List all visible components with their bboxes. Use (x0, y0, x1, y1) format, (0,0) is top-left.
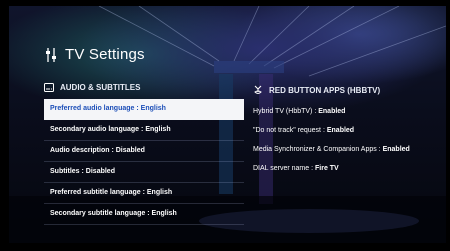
hbbtv-app-icon (254, 85, 262, 94)
section-title: AUDIO & SUBTITLES (60, 83, 141, 92)
tv-frame: TV Settings AUDIO & SUBTITLES Preferred … (0, 0, 450, 251)
item-value: Enabled (382, 146, 410, 153)
menu-item-audio-description[interactable]: Audio description : Disabled (44, 141, 244, 162)
menu-item-preferred-subtitle-language[interactable]: Preferred subtitle language : English (44, 183, 244, 204)
item-value: English (151, 210, 177, 217)
item-value: Disabled (85, 168, 115, 175)
info-item-dial-server-name: DIAL server name : Fire TV (253, 165, 339, 172)
menu-item-preferred-audio-language[interactable]: Preferred audio language : English (44, 99, 244, 120)
item-value: Fire TV (315, 165, 339, 172)
menu-item-secondary-subtitle-language[interactable]: Secondary subtitle language : English (44, 204, 244, 225)
tv-screen: TV Settings AUDIO & SUBTITLES Preferred … (9, 6, 446, 243)
item-value: English (146, 189, 173, 196)
item-value: Enabled (326, 127, 355, 134)
menu-item-secondary-audio-language[interactable]: Secondary audio language : English (44, 120, 244, 141)
page-header: TV Settings (45, 46, 145, 63)
subtitles-icon (44, 83, 54, 92)
info-item-do-not-track: "Do not track" request : Enabled (253, 127, 355, 134)
item-value: English (140, 105, 166, 112)
hbbtv-section-header: RED BUTTON APPS (HBBTV) (253, 85, 380, 96)
menu-item-subtitles[interactable]: Subtitles : Disabled (44, 162, 244, 183)
info-item-media-synchronizer: Media Synchronizer & Companion Apps : En… (253, 146, 410, 153)
audio-subtitles-menu: Preferred audio language : English Secon… (44, 99, 244, 225)
page-title: TV Settings (65, 46, 145, 63)
hbbtv-info-list: Hybrid TV (HbbTV) : Enabled "Do not trac… (253, 103, 433, 179)
info-item-hybrid-tv: Hybrid TV (HbbTV) : Enabled (253, 108, 346, 115)
settings-sliders-icon (46, 47, 56, 62)
audio-subtitles-section-header: AUDIO & SUBTITLES (44, 83, 140, 92)
item-value: English (145, 126, 171, 133)
item-value: Disabled (115, 147, 145, 154)
item-value: Enabled (318, 108, 346, 115)
section-title: RED BUTTON APPS (HBBTV) (269, 86, 381, 95)
